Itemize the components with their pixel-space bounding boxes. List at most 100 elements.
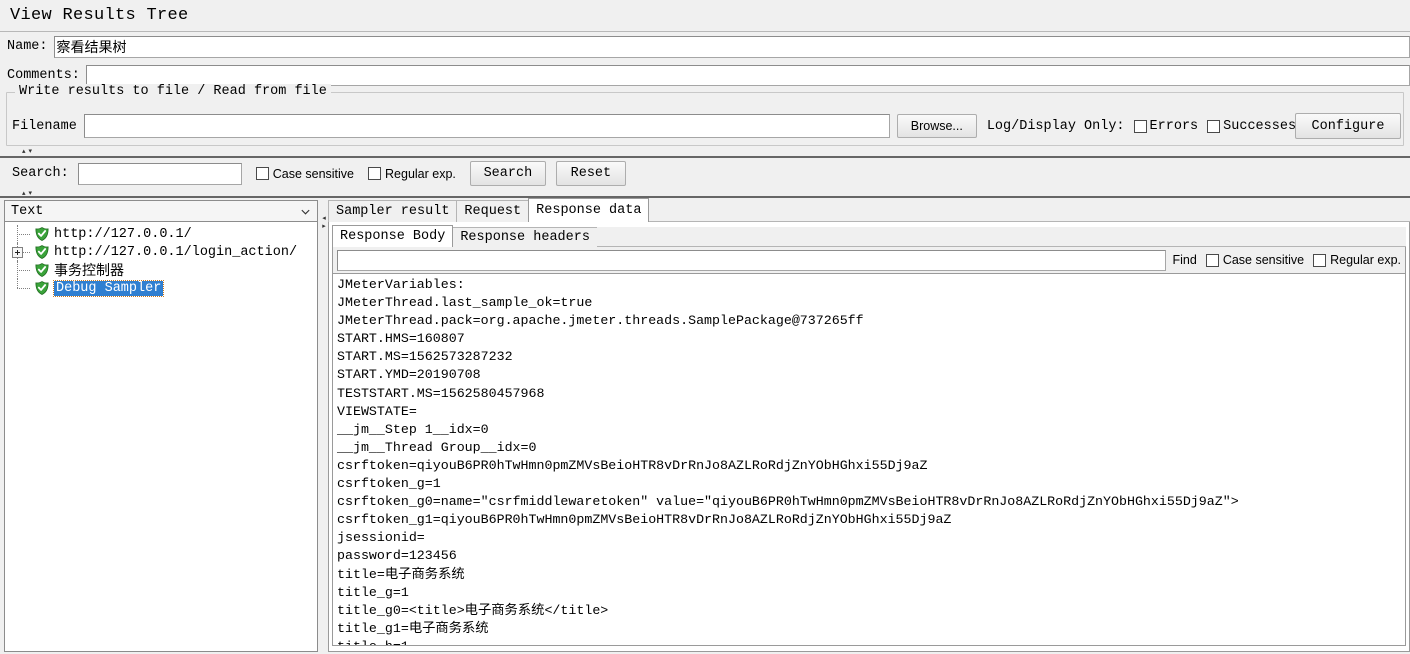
render-selector-combo[interactable]: Text xyxy=(4,200,318,222)
search-button[interactable]: Search xyxy=(469,161,546,186)
log-display-label: Log/Display Only: xyxy=(986,118,1125,134)
response-body-line: JMeterVariables: xyxy=(337,277,465,292)
successes-checkbox-wrap[interactable]: Successes xyxy=(1207,119,1296,134)
success-icon xyxy=(35,263,49,277)
filename-label: Filename xyxy=(12,118,77,134)
response-body-line: title_g1=电子商务系统 xyxy=(337,620,489,636)
response-body-text[interactable]: JMeterVariables: JMeterThread.last_sample… xyxy=(332,274,1406,646)
success-icon xyxy=(35,245,49,259)
success-icon xyxy=(35,227,49,241)
errors-checkbox-label: Errors xyxy=(1149,118,1199,134)
response-body-line: title_g=1 xyxy=(337,584,409,600)
name-row: Name: 察看结果树 xyxy=(0,32,1410,61)
successes-checkbox-label: Successes xyxy=(1223,118,1297,134)
name-input[interactable]: 察看结果树 xyxy=(53,35,1410,58)
response-body-line: START.MS=1562573287232 xyxy=(337,349,513,365)
search-regular-exp-label: Regular exp. xyxy=(385,166,456,181)
errors-checkbox-wrap[interactable]: Errors xyxy=(1133,118,1199,134)
response-body-line: csrftoken=qiyouB6PR0hTwHmn0pmZMVsBeioHTR… xyxy=(337,457,928,473)
response-body-line: START.YMD=20190708 xyxy=(337,367,481,383)
find-regular-exp-label: Regular exp. xyxy=(1330,253,1401,267)
tree-guide xyxy=(13,225,35,243)
search-case-sensitive-checkbox[interactable] xyxy=(255,167,269,180)
search-label: Search: xyxy=(12,166,69,181)
errors-checkbox[interactable] xyxy=(1133,119,1147,133)
page-title: View Results Tree xyxy=(10,6,189,25)
write-results-group-title: Write results to file / Read from file xyxy=(15,84,331,99)
response-body-line: TESTSTART.MS=1562580457968 xyxy=(337,385,545,401)
find-button-label[interactable]: Find xyxy=(1173,253,1197,267)
tree-node[interactable]: 事务控制器 xyxy=(5,261,317,279)
result-tab[interactable]: Response data xyxy=(528,198,650,222)
tree-node[interactable]: http://127.0.0.1/ xyxy=(5,225,317,243)
response-body-line: csrftoken_g1=qiyouB6PR0hTwHmn0pmZMVsBeio… xyxy=(337,512,952,528)
result-tabs: Sampler result Request Response data xyxy=(328,198,1410,222)
results-tree[interactable]: http://127.0.0.1/http://127.0.0.1/login_… xyxy=(4,222,318,652)
response-body-line: jsessionid= xyxy=(337,530,425,546)
name-label: Name: xyxy=(7,39,48,54)
result-tab[interactable]: Request xyxy=(456,200,530,222)
tab-strip-filler xyxy=(648,200,1410,222)
results-region: Text http://127.0.0.1/http://127.0.0.1/l… xyxy=(0,196,1410,654)
tree-guide xyxy=(12,243,35,261)
subtab-strip-filler xyxy=(596,227,1406,247)
response-body-line: START.HMS=160807 xyxy=(337,331,465,347)
view-results-tree-window: View Results Tree Name: 察看结果树 Comments: … xyxy=(0,0,1410,654)
search-regular-exp-checkbox[interactable] xyxy=(368,167,382,180)
response-subtab[interactable]: Response Body xyxy=(332,225,454,247)
comments-input[interactable] xyxy=(85,64,1410,86)
window-title-bar: View Results Tree xyxy=(0,0,1410,32)
find-input[interactable] xyxy=(337,249,1166,271)
filename-input[interactable] xyxy=(83,114,890,138)
split-handle-vertical[interactable]: ◂ ▸ xyxy=(320,200,328,652)
success-icon xyxy=(35,281,49,295)
find-case-sensitive-wrap[interactable]: Case sensitive xyxy=(1205,253,1305,267)
configure-button[interactable]: Configure xyxy=(1295,113,1401,139)
find-case-sensitive-checkbox[interactable] xyxy=(1205,253,1219,267)
response-body-line: JMeterThread.last_sample_ok=true xyxy=(337,295,593,311)
response-body-line: JMeterThread.pack=org.apache.jmeter.thre… xyxy=(337,313,864,329)
comments-label: Comments: xyxy=(7,67,80,83)
response-body-line: title=电子商务系统 xyxy=(337,566,465,582)
tree-node[interactable]: http://127.0.0.1/login_action/ xyxy=(5,243,317,261)
response-body-line: csrftoken_g=1 xyxy=(337,476,441,492)
split-handle-top[interactable]: ▴▾ xyxy=(0,147,1410,156)
chevron-down-icon xyxy=(301,209,310,215)
tree-guide xyxy=(13,279,35,297)
search-regular-exp-wrap[interactable]: Regular exp. xyxy=(368,167,456,181)
result-detail-panel: Sampler result Request Response data Respo… xyxy=(328,198,1410,652)
search-bar: Search: Case sensitive Regular exp. Sear… xyxy=(0,156,1410,189)
find-case-sensitive-label: Case sensitive xyxy=(1222,253,1305,267)
tree-node-label: Debug Sampler xyxy=(52,279,165,297)
response-body-line: csrftoken_g0=name="csrfmiddlewaretoken" … xyxy=(337,494,1239,510)
response-subtab[interactable]: Response headers xyxy=(452,227,598,247)
write-results-group: Write results to file / Read from file F… xyxy=(6,84,1404,146)
response-body-line: __jm__Thread Group__idx=0 xyxy=(337,439,537,455)
filename-row: Filename Browse... Log/Display Only: Err… xyxy=(7,111,1403,141)
result-tab[interactable]: Sampler result xyxy=(328,200,458,222)
search-case-sensitive-label: Case sensitive xyxy=(272,166,355,181)
expand-plus-icon[interactable] xyxy=(12,247,23,258)
tree-node-label: 事务控制器 xyxy=(54,262,124,278)
find-regular-exp-checkbox[interactable] xyxy=(1313,253,1327,267)
tree-node[interactable]: Debug Sampler xyxy=(5,279,317,297)
response-body-line: title_g0=<title>电子商务系统</title> xyxy=(337,602,609,618)
render-selector-value: Text xyxy=(11,203,44,219)
tree-node-label: http://127.0.0.1/login_action/ xyxy=(54,244,298,260)
tree-node-label: http://127.0.0.1/ xyxy=(54,226,192,242)
successes-checkbox[interactable] xyxy=(1207,119,1221,133)
response-body-line: title_h=1 xyxy=(337,638,1405,645)
search-case-sensitive-wrap[interactable]: Case sensitive xyxy=(255,166,355,181)
find-regular-exp-wrap[interactable]: Regular exp. xyxy=(1313,253,1401,267)
response-body-line: password=123456 xyxy=(337,548,457,564)
browse-button[interactable]: Browse... xyxy=(896,114,977,138)
search-input[interactable] xyxy=(77,162,242,185)
tree-guide xyxy=(13,261,35,279)
reset-button[interactable]: Reset xyxy=(555,161,626,186)
find-bar: Find Case sensitive Regular exp. xyxy=(332,247,1406,274)
response-data-pane: Response Body Response headers Find Case … xyxy=(328,222,1410,652)
results-tree-panel: Text http://127.0.0.1/http://127.0.0.1/l… xyxy=(4,200,318,652)
response-subtabs: Response Body Response headers xyxy=(332,225,1406,247)
response-body-line: VIEWSTATE= xyxy=(337,403,417,419)
response-body-line: __jm__Step 1__idx=0 xyxy=(337,421,489,437)
